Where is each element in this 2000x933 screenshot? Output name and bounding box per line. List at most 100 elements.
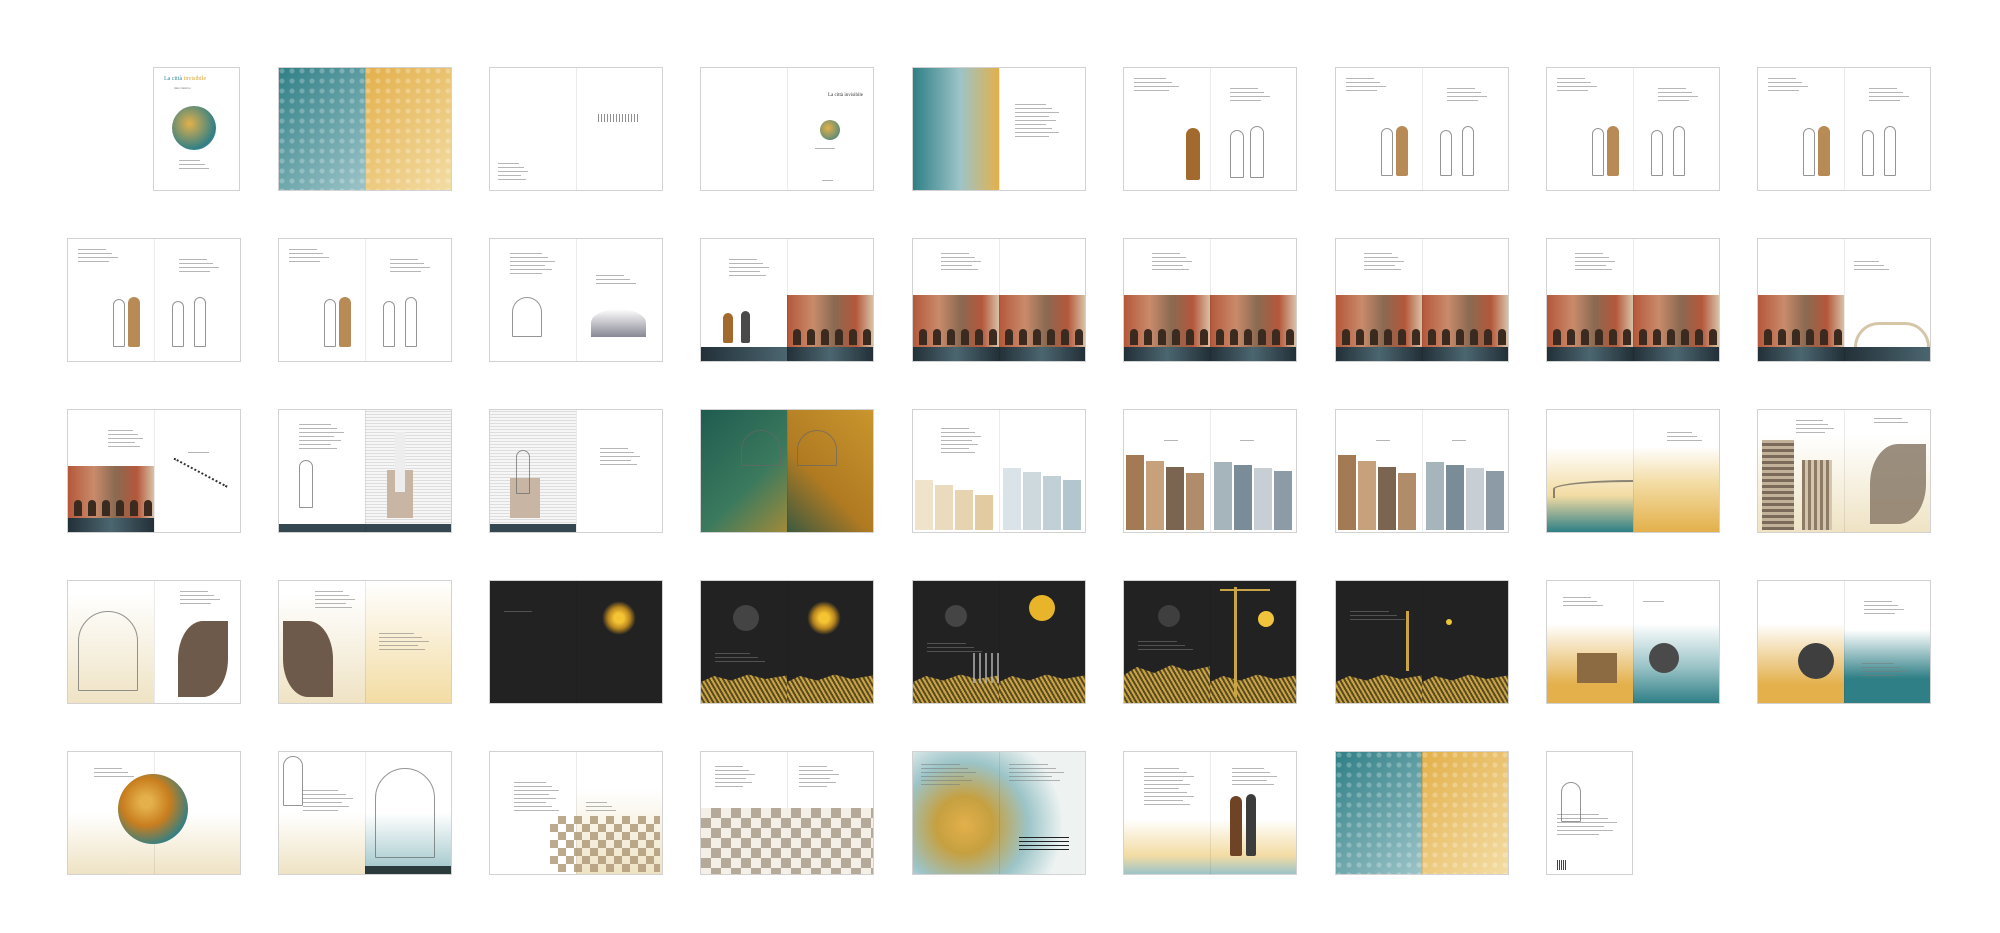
text-line xyxy=(299,444,331,445)
page-left xyxy=(913,581,999,703)
globe-illustration xyxy=(172,106,216,150)
book-spread xyxy=(1757,580,1931,704)
text-line xyxy=(108,438,143,439)
spire-illustration xyxy=(1406,611,1409,671)
venice-buildings xyxy=(1422,295,1508,347)
page-left xyxy=(913,752,999,874)
book-spread: La città invisibile Italo Calvino xyxy=(153,67,240,191)
arch-window xyxy=(793,329,801,345)
gutter-shadow xyxy=(154,410,155,532)
page-right: La città invisibile xyxy=(787,68,873,190)
book-spread xyxy=(1757,409,1931,533)
gutter-shadow xyxy=(1210,239,1211,361)
book-spread xyxy=(1335,67,1509,191)
sketch-figure xyxy=(405,297,417,347)
page-right xyxy=(787,581,873,703)
book-spread xyxy=(1335,238,1509,362)
text-line xyxy=(1230,100,1261,101)
book-spread xyxy=(1757,67,1931,191)
text-line xyxy=(1452,440,1466,441)
arch-window xyxy=(1709,329,1717,345)
arch-window xyxy=(1498,329,1506,345)
text-line xyxy=(1862,675,1897,676)
figure-colored xyxy=(1607,126,1619,176)
arch-window xyxy=(1216,329,1224,345)
page-right xyxy=(787,410,873,532)
gutter-shadow xyxy=(1422,410,1423,532)
canal-water xyxy=(1124,347,1210,361)
building xyxy=(1063,480,1081,530)
page-left xyxy=(913,68,999,190)
text-line xyxy=(799,782,836,783)
text-line xyxy=(1667,436,1697,437)
page-left xyxy=(1758,581,1844,703)
gutter-shadow xyxy=(154,581,155,703)
text-line xyxy=(1796,420,1823,421)
text-line xyxy=(514,798,556,799)
text-line xyxy=(921,776,964,777)
figure-colored xyxy=(1396,126,1408,176)
text-line xyxy=(1768,78,1796,79)
page-right xyxy=(576,239,662,361)
arch-window xyxy=(1075,329,1083,345)
arch-window xyxy=(1130,329,1138,345)
text-line xyxy=(586,810,616,811)
figure-colored xyxy=(1818,126,1830,176)
page-left xyxy=(1124,68,1210,190)
gutter-shadow xyxy=(999,68,1000,190)
page-left xyxy=(701,410,787,532)
text-line xyxy=(1144,772,1187,773)
arch-window xyxy=(1834,329,1842,345)
book-spread xyxy=(700,580,874,704)
text-line xyxy=(941,444,978,445)
sketch-figure xyxy=(1230,130,1244,178)
text-line xyxy=(1346,86,1386,87)
text-line xyxy=(78,253,112,254)
canal-water xyxy=(701,347,787,361)
book-spread xyxy=(67,409,241,533)
building xyxy=(1186,473,1204,530)
gold-texture xyxy=(1210,674,1296,703)
text-line xyxy=(799,778,830,779)
text-line xyxy=(179,263,213,264)
arch-window xyxy=(863,329,871,345)
text-line xyxy=(1563,597,1591,598)
venice-buildings xyxy=(1633,295,1719,347)
text-line xyxy=(941,432,975,433)
arch-window xyxy=(961,329,969,345)
book-spread xyxy=(1546,238,1720,362)
ground-strip xyxy=(365,866,451,874)
page-right xyxy=(1844,581,1930,703)
gutter-shadow xyxy=(787,410,788,532)
cover-author: Italo Calvino xyxy=(174,86,191,90)
text-line xyxy=(390,271,421,272)
canal-water xyxy=(1758,347,1844,361)
arch-window xyxy=(1356,329,1364,345)
text-line xyxy=(1232,776,1277,777)
book-spread xyxy=(912,751,1086,875)
arch-window xyxy=(1764,329,1772,345)
sketch-figure xyxy=(1651,130,1663,176)
arch-window xyxy=(144,500,152,516)
page-right xyxy=(154,581,240,703)
face-illustration xyxy=(1649,643,1679,673)
text-line xyxy=(179,160,200,161)
text-line xyxy=(921,784,960,785)
text-line xyxy=(1768,82,1802,83)
page-left xyxy=(701,239,787,361)
arch-window xyxy=(975,329,983,345)
text-line xyxy=(78,249,106,250)
book-spread xyxy=(912,409,1086,533)
book-spread xyxy=(700,238,874,362)
text-line xyxy=(78,261,109,262)
gutter-shadow xyxy=(999,239,1000,361)
book-spread xyxy=(67,751,241,875)
text-line xyxy=(108,434,138,435)
text-line xyxy=(498,167,524,168)
sketch-figure xyxy=(797,430,837,466)
sketch-figure xyxy=(194,297,206,347)
globe-illustration xyxy=(118,774,188,844)
sketch-figure xyxy=(283,756,303,806)
text-line xyxy=(1138,641,1177,642)
text-line xyxy=(941,265,972,266)
